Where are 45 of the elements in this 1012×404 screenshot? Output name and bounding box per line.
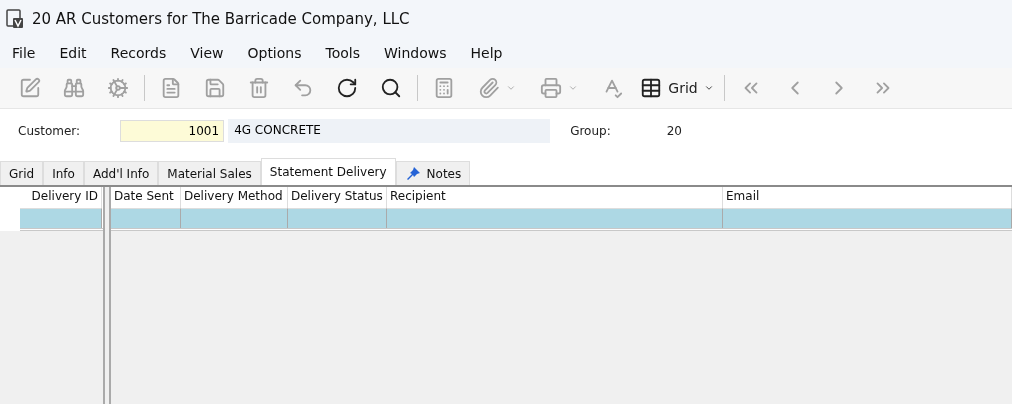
edit-icon bbox=[19, 77, 41, 99]
tab[interactable]: Add'l Info bbox=[83, 161, 159, 185]
printer-icon bbox=[540, 77, 562, 99]
menu-item[interactable]: Tools bbox=[317, 45, 368, 61]
calculator-icon bbox=[433, 77, 455, 99]
menu-item[interactable]: File bbox=[4, 45, 44, 61]
field-label: Customer: bbox=[18, 124, 81, 138]
save-icon bbox=[204, 77, 226, 99]
caret-icon bbox=[703, 83, 714, 93]
group-value: 20 bbox=[666, 124, 682, 138]
undo-icon bbox=[292, 77, 314, 99]
customer-name-field: 4G CONCRETE bbox=[228, 119, 551, 143]
table-icon bbox=[640, 77, 663, 99]
menu-item[interactable]: Options bbox=[239, 45, 310, 61]
grid-cell[interactable] bbox=[387, 208, 723, 228]
tab[interactable]: Statement Delivery bbox=[260, 158, 396, 185]
menu-item[interactable]: Records bbox=[102, 45, 175, 61]
grid-cell[interactable] bbox=[181, 208, 288, 228]
menu-item[interactable]: View bbox=[182, 45, 232, 61]
grid-cell[interactable] bbox=[723, 208, 1012, 228]
pane-splitter[interactable] bbox=[103, 187, 111, 404]
refresh-icon bbox=[336, 77, 358, 99]
document-icon bbox=[160, 77, 182, 99]
paperclip-icon bbox=[478, 77, 500, 99]
tab[interactable]: Notes bbox=[395, 161, 471, 185]
grid-cell[interactable] bbox=[288, 208, 387, 228]
view-button[interactable]: Grid bbox=[634, 72, 720, 104]
binoculars-icon bbox=[63, 77, 85, 99]
caret-icon bbox=[506, 83, 516, 93]
tab[interactable]: Grid bbox=[0, 161, 44, 185]
trash-icon bbox=[248, 77, 270, 99]
field-label: Group: bbox=[570, 124, 611, 138]
grid-cell[interactable] bbox=[20, 208, 102, 228]
app-icon bbox=[6, 9, 24, 29]
tab[interactable]: Material Sales bbox=[158, 161, 261, 185]
caret-icon bbox=[568, 83, 578, 93]
grid-cell[interactable] bbox=[111, 208, 181, 228]
tab[interactable]: Info bbox=[43, 161, 84, 185]
menu-item[interactable]: Windows bbox=[376, 45, 455, 61]
gear-icon bbox=[107, 77, 129, 99]
search-icon bbox=[380, 77, 402, 99]
menu-item[interactable]: Help bbox=[462, 45, 511, 61]
window-title: 20 AR Customers for The Barricade Company, LLC bbox=[32, 10, 410, 28]
menu-item[interactable]: Edit bbox=[51, 45, 95, 61]
customer-id-field[interactable]: 1001 bbox=[120, 120, 225, 142]
